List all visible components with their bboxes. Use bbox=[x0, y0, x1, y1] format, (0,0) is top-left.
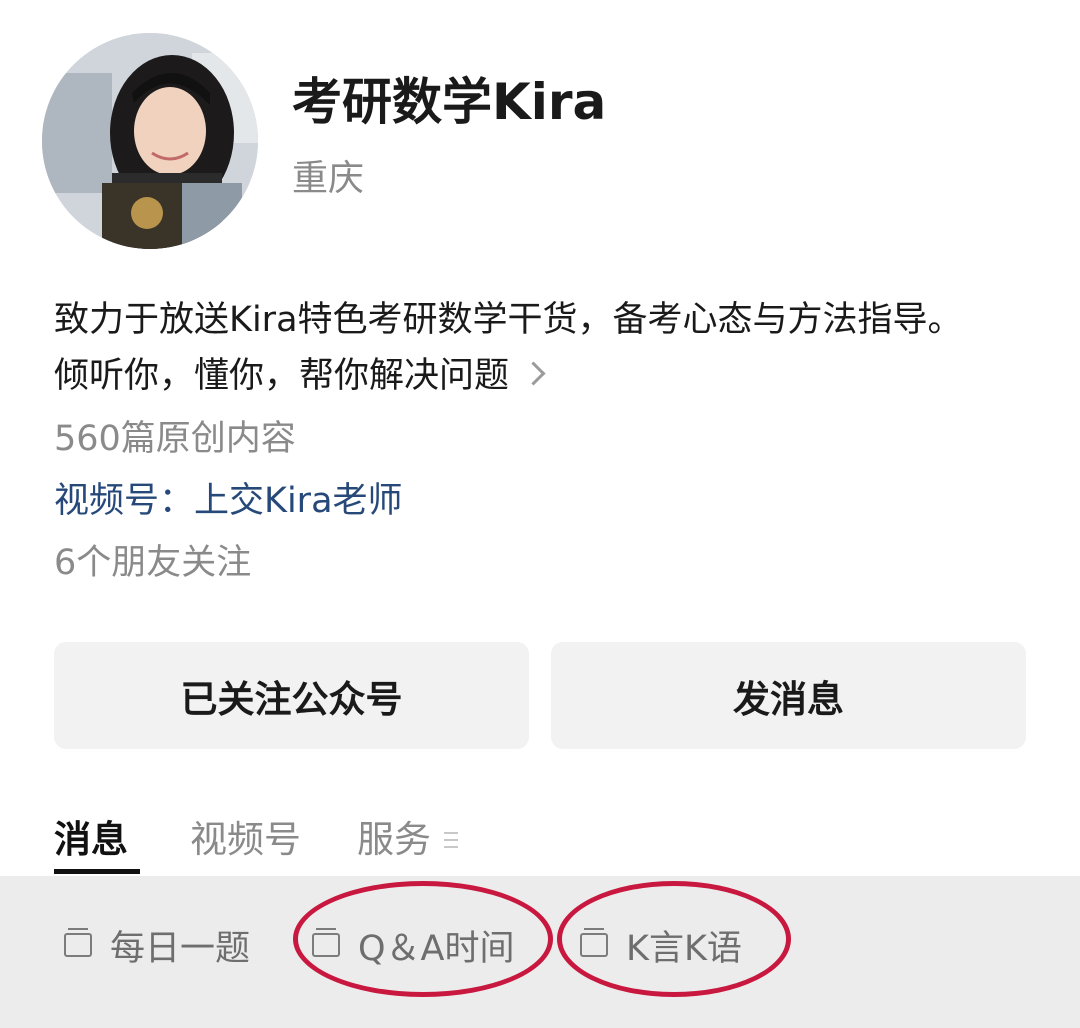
menu-icon[interactable] bbox=[444, 832, 458, 848]
account-bio[interactable]: 致力于放送Kira特色考研数学干货，备考心态与方法指导。 倾听你，懂你，帮你解决… bbox=[54, 292, 1064, 404]
tab-services[interactable]: 服务 bbox=[357, 812, 431, 868]
tab-messages[interactable]: 消息 bbox=[54, 812, 128, 868]
menu-item-daily-question[interactable]: 每日一题 bbox=[64, 909, 250, 981]
original-articles-count[interactable]: 560篇原创内容 bbox=[54, 414, 296, 464]
bio-line-1: 致力于放送Kira特色考研数学干货，备考心态与方法指导。 bbox=[54, 300, 963, 340]
bio-line-2-text: 倾听你，懂你，帮你解决问题 bbox=[54, 356, 510, 396]
account-name: 考研数学Kira bbox=[292, 73, 607, 131]
doc-icon bbox=[64, 928, 92, 957]
send-message-button[interactable]: 发消息 bbox=[551, 642, 1026, 749]
profile-page: 考研数学Kira 重庆 致力于放送Kira特色考研数学干货，备考心态与方法指导。… bbox=[0, 0, 1080, 1028]
avatar[interactable] bbox=[42, 33, 258, 249]
account-location: 重庆 bbox=[292, 158, 365, 199]
video-channel-link[interactable]: 视频号：上交Kira老师 bbox=[54, 476, 403, 526]
tab-video-channel[interactable]: 视频号 bbox=[190, 812, 301, 868]
menu-item-label: 每日一题 bbox=[110, 928, 251, 969]
active-tab-indicator bbox=[54, 869, 140, 874]
chevron-right-icon[interactable] bbox=[521, 360, 546, 386]
followed-button[interactable]: 已关注公众号 bbox=[54, 642, 529, 749]
bio-line-2: 倾听你，懂你，帮你解决问题 bbox=[54, 348, 1064, 404]
avatar-image bbox=[42, 33, 258, 249]
red-highlight-circle bbox=[557, 881, 791, 997]
red-highlight-circle bbox=[293, 881, 553, 997]
friends-following[interactable]: 6个朋友关注 bbox=[54, 538, 251, 588]
